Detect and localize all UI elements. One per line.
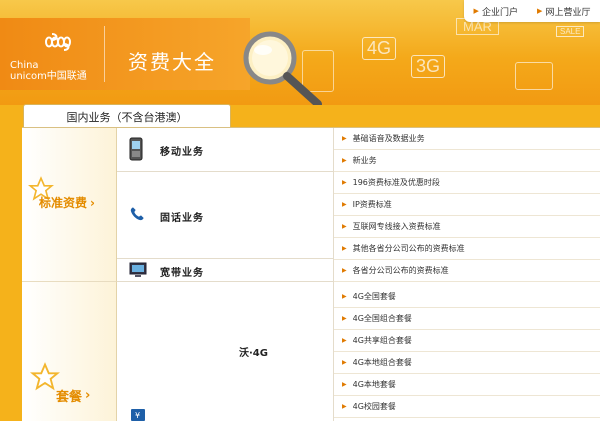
brand-divider <box>104 26 105 82</box>
list-item[interactable]: ▶ 4G全国组合套餐 <box>334 308 600 330</box>
service-4g-group: ¥ <box>117 282 180 421</box>
list-item-label: 4G共享组合套餐 <box>352 336 412 345</box>
bullet-arrow-icon: ▶ <box>342 381 347 388</box>
list-item-label: 4G本地套餐 <box>352 380 396 389</box>
category-standard-text: 标准资费 <box>39 196 88 210</box>
list-item[interactable]: ▶ 互联网专线接入资费标准 <box>334 216 600 238</box>
arrow-right-icon: ▶ <box>473 7 479 15</box>
category-standard[interactable]: 标准资费 › <box>22 128 117 282</box>
service-broadband-label: 宽带业务 <box>160 268 204 279</box>
service-fixed-label: 固话业务 <box>160 213 204 224</box>
list-item-label: 互联网专线接入资费标准 <box>352 222 441 231</box>
list-item[interactable]: ▶ IP资费标准 <box>334 194 600 216</box>
calendar-icon <box>515 62 553 90</box>
brand-block: China unicom中国联通 资费大全 <box>0 18 250 90</box>
list-item[interactable]: ▶ 4G本地套餐 <box>334 374 600 396</box>
service-wo4g[interactable]: 沃·4G <box>179 282 334 421</box>
list-item-label: 196资费标准及优惠时段 <box>352 178 440 187</box>
deco-3g-badge: 3G <box>411 55 446 78</box>
list-item-label: 4G本地组合套餐 <box>352 358 412 367</box>
bullet-arrow-icon: ▶ <box>342 267 347 274</box>
brand-en-line2: unicom中国联通 <box>10 71 87 82</box>
bullet-arrow-icon: ▶ <box>342 179 347 186</box>
mobile-phone-icon <box>129 137 143 161</box>
list-item[interactable]: ▶ 196资费标准及优惠时段 <box>334 172 600 194</box>
bullet-arrow-icon: ▶ <box>342 403 347 410</box>
deco-sale-badge: SALE <box>556 26 585 37</box>
enterprise-portal-label: 企业门户 <box>481 7 518 18</box>
list-item[interactable]: ▶ 4G全国套餐 <box>334 286 600 308</box>
list-item[interactable]: ▶ 基础语音及数据业务 <box>334 128 600 150</box>
chevron-right-icon: › <box>90 195 95 210</box>
unicom-logo-icon <box>44 33 72 51</box>
service-fixed[interactable]: 固话业务 <box>117 172 334 259</box>
tab-domestic-label: 国内业务（不含台港澳） <box>66 111 188 124</box>
sim-card-icon: ¥ <box>131 409 145 421</box>
bullet-arrow-icon: ▶ <box>342 337 347 344</box>
bullet-arrow-icon: ▶ <box>342 223 347 230</box>
list-item-label: 4G校园套餐 <box>352 402 396 411</box>
list-item-label: 其他各省分公司公布的资费标准 <box>352 244 465 253</box>
category-package-label: 套餐 › <box>56 386 90 405</box>
tariff-panel: 标准资费 › 套餐 › 移动业务 固话业务 宽带业务 ¥ 沃·4G ▶ 基础语音… <box>22 127 600 421</box>
service-broadband[interactable]: 宽带业务 <box>117 259 334 282</box>
list-item[interactable]: ▶ 4G校园套餐 <box>334 396 600 418</box>
arrow-right-icon: ▶ <box>537 7 543 15</box>
category-package[interactable]: 套餐 › <box>22 282 117 421</box>
service-mobile[interactable]: 移动业务 <box>117 128 334 172</box>
list-item-label: IP资费标准 <box>352 200 392 209</box>
bullet-arrow-icon: ▶ <box>342 157 347 164</box>
list-item[interactable]: ▶ 4G本地组合套餐 <box>334 352 600 374</box>
tab-domestic[interactable]: 国内业务（不含台港澳） <box>23 104 231 129</box>
list-item[interactable]: ▶ 新业务 <box>334 150 600 172</box>
list-item[interactable]: ▶ 各省分公司公布的资费标准 <box>334 260 600 282</box>
svg-text:¥: ¥ <box>135 411 140 420</box>
service-wo4g-label: 沃·4G <box>239 348 268 359</box>
category-standard-label: 标准资费 › <box>39 194 95 211</box>
bullet-arrow-icon: ▶ <box>342 135 347 142</box>
bullet-arrow-icon: ▶ <box>342 315 347 322</box>
page-title: 资费大全 <box>128 50 216 74</box>
deco-4g-badge: 4G <box>362 37 397 60</box>
enterprise-portal-link[interactable]: ▶ 企业门户 <box>474 5 518 18</box>
service-mobile-label: 移动业务 <box>160 147 204 158</box>
category-package-text: 套餐 <box>56 390 83 405</box>
list-item-label: 各省分公司公布的资费标准 <box>352 266 449 275</box>
chevron-right-icon: › <box>85 388 91 403</box>
bullet-arrow-icon: ▶ <box>342 359 347 366</box>
top-nav: ▶ 企业门户 ▶ 网上营业厅 <box>464 0 600 22</box>
list-item-label: 4G全国组合套餐 <box>352 314 412 323</box>
header-banner: 4G 3G MAR SALE China unicom中国联通 资费大全 ▶ 企… <box>0 0 600 105</box>
list-item[interactable]: ▶ 其他各省分公司公布的资费标准 <box>334 238 600 260</box>
brand-wordmark: China unicom中国联通 <box>10 60 87 82</box>
list-item[interactable]: ▶ 4G共享组合套餐 <box>334 330 600 352</box>
magnifier-icon <box>243 31 322 105</box>
bullet-arrow-icon: ▶ <box>342 245 347 252</box>
list-item-label: 基础语音及数据业务 <box>352 134 425 143</box>
brand-en-line1: China <box>10 60 39 71</box>
bullet-arrow-icon: ▶ <box>342 201 347 208</box>
list-item-label: 4G全国套餐 <box>352 292 396 301</box>
online-hall-label: 网上营业厅 <box>545 7 591 18</box>
telephone-icon <box>130 207 144 221</box>
bullet-arrow-icon: ▶ <box>342 293 347 300</box>
list-item-label: 新业务 <box>352 156 377 165</box>
monitor-icon <box>129 262 147 277</box>
online-hall-link[interactable]: ▶ 网上营业厅 <box>537 5 590 18</box>
